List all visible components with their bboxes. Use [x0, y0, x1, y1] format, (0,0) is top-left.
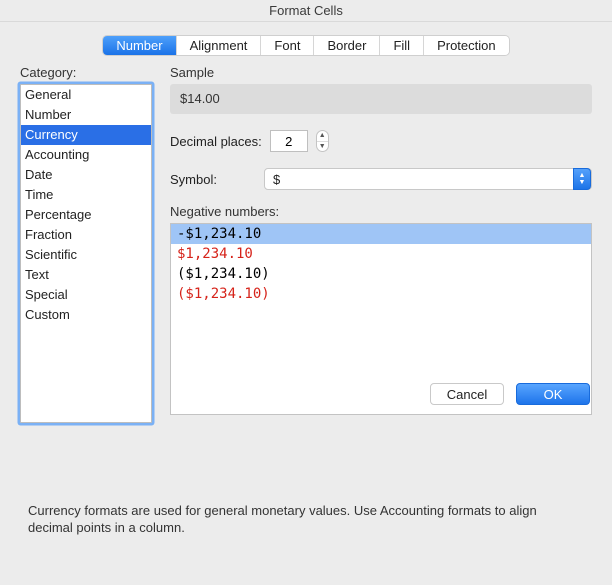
updown-icon: ▲▼: [573, 168, 591, 190]
category-list[interactable]: GeneralNumberCurrencyAccountingDateTimeP…: [20, 84, 152, 423]
symbol-value: $: [273, 172, 280, 187]
category-item[interactable]: Date: [21, 165, 151, 185]
format-hint: Currency formats are used for general mo…: [28, 502, 580, 536]
decimal-places-input[interactable]: [270, 130, 308, 152]
category-label: Category:: [20, 65, 152, 80]
category-item[interactable]: Number: [21, 105, 151, 125]
stepper-down-icon[interactable]: ▼: [317, 142, 328, 152]
cancel-button[interactable]: Cancel: [430, 383, 504, 405]
category-item[interactable]: Percentage: [21, 205, 151, 225]
category-item[interactable]: Fraction: [21, 225, 151, 245]
negative-number-item[interactable]: $1,234.10: [171, 244, 591, 264]
category-item[interactable]: Special: [21, 285, 151, 305]
tab-font[interactable]: Font: [261, 36, 314, 55]
category-item[interactable]: Scientific: [21, 245, 151, 265]
negative-number-item[interactable]: ($1,234.10): [171, 264, 591, 284]
tab-number[interactable]: Number: [103, 36, 176, 55]
negative-number-item[interactable]: -$1,234.10: [171, 224, 591, 244]
category-item[interactable]: General: [21, 85, 151, 105]
negative-number-item[interactable]: ($1,234.10): [171, 284, 591, 304]
sample-label: Sample: [170, 65, 592, 80]
category-item[interactable]: Currency: [21, 125, 151, 145]
stepper-up-icon[interactable]: ▲: [317, 131, 328, 142]
category-item[interactable]: Custom: [21, 305, 151, 325]
category-item[interactable]: Accounting: [21, 145, 151, 165]
window-title: Format Cells: [0, 0, 612, 22]
tab-border[interactable]: Border: [314, 36, 380, 55]
symbol-select[interactable]: $ ▲▼: [264, 168, 592, 190]
symbol-label: Symbol:: [170, 172, 256, 187]
ok-button[interactable]: OK: [516, 383, 590, 405]
tab-bar: NumberAlignmentFontBorderFillProtection: [20, 36, 592, 55]
decimal-places-label: Decimal places:: [170, 134, 262, 149]
tab-fill[interactable]: Fill: [380, 36, 424, 55]
tab-alignment[interactable]: Alignment: [177, 36, 262, 55]
negative-numbers-label: Negative numbers:: [170, 204, 592, 219]
tab-protection[interactable]: Protection: [424, 36, 509, 55]
decimal-places-stepper[interactable]: ▲ ▼: [316, 130, 329, 152]
category-item[interactable]: Text: [21, 265, 151, 285]
sample-value: $14.00: [170, 84, 592, 114]
category-item[interactable]: Time: [21, 185, 151, 205]
